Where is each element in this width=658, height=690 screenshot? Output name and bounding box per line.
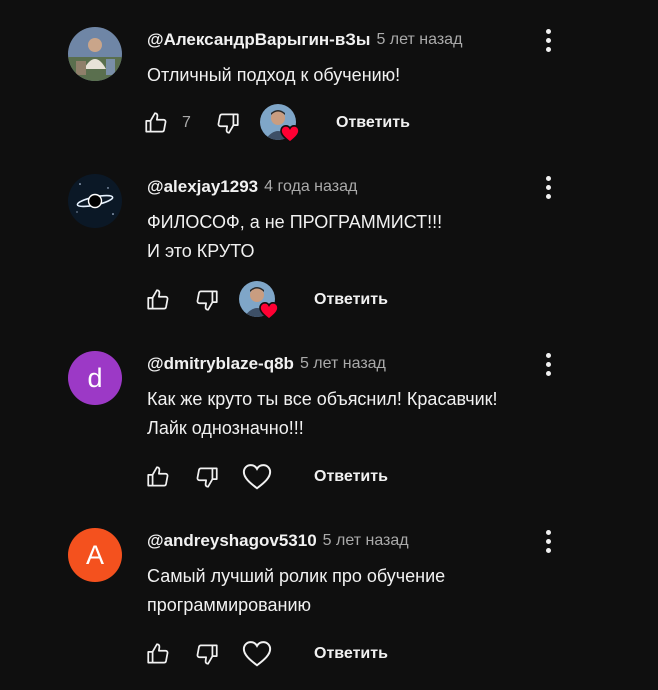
comment-author[interactable]: @АлександрВарыгин-вЗы: [147, 30, 370, 50]
more-actions-button[interactable]: [536, 27, 560, 53]
comment-timestamp[interactable]: 4 года назад: [264, 178, 357, 196]
dot: [545, 361, 551, 367]
more-actions-button[interactable]: [536, 351, 560, 377]
dot: [545, 184, 551, 190]
dot: [545, 37, 551, 43]
comment-line: программированию: [147, 595, 312, 615]
like-button[interactable]: [145, 457, 171, 497]
comment-line: И это КРУТО: [147, 241, 255, 261]
thumb-down-icon: [217, 113, 239, 134]
dot: [545, 175, 551, 181]
comment-text: Как же круто ты все объяснил! Красавчик!…: [147, 385, 607, 443]
heart-outline-icon: [242, 464, 272, 490]
more-actions-button[interactable]: [536, 174, 560, 200]
reply-button[interactable]: Ответить: [336, 103, 410, 143]
creator-heart[interactable]: [260, 104, 304, 144]
thumb-up-icon: [147, 466, 169, 487]
heart-button[interactable]: [242, 634, 272, 674]
comment-header: @andreyshagov5310 5 лет назад: [147, 528, 409, 554]
thumb-up-icon: [147, 289, 169, 310]
heart-icon: [280, 125, 300, 143]
like-button[interactable]: [145, 634, 171, 674]
comment-author[interactable]: @alexjay1293: [147, 177, 258, 197]
thumb-down-icon: [196, 290, 218, 311]
comment-header: @alexjay1293 4 года назад: [147, 174, 357, 200]
comment-timestamp[interactable]: 5 лет назад: [300, 355, 386, 373]
avatar[interactable]: [68, 27, 122, 81]
comment-author[interactable]: @dmitryblaze-q8b: [147, 354, 294, 374]
reply-button[interactable]: Ответить: [314, 634, 388, 674]
comment-line: Отличный подход к обучению!: [147, 65, 401, 85]
dot: [545, 28, 551, 34]
dot: [545, 538, 551, 544]
dot: [545, 46, 551, 52]
like-button[interactable]: [143, 103, 169, 143]
dot: [545, 352, 551, 358]
avatar[interactable]: [68, 174, 122, 228]
comment-timestamp[interactable]: 5 лет назад: [323, 532, 409, 550]
comment-text: Отличный подход к обучению!: [147, 61, 607, 90]
comment-header: @dmitryblaze-q8b 5 лет назад: [147, 351, 386, 377]
thumb-down-icon: [196, 467, 218, 488]
reply-button[interactable]: Ответить: [314, 457, 388, 497]
heart-icon: [259, 302, 279, 320]
comment-line: Как же круто ты все объяснил! Красавчик!: [147, 389, 498, 409]
thumb-up-icon: [145, 112, 167, 133]
comment-actions: 7 Ответить: [143, 103, 563, 143]
more-actions-button[interactable]: [536, 528, 560, 554]
heart-outline-icon: [242, 641, 272, 667]
heart-button[interactable]: [242, 457, 272, 497]
avatar-letter: A: [85, 539, 104, 570]
comment-timestamp[interactable]: 5 лет назад: [376, 31, 462, 49]
like-button[interactable]: [145, 280, 171, 320]
dislike-button[interactable]: [194, 280, 220, 320]
comment-text: Самый лучший ролик про обучение программ…: [147, 562, 607, 620]
avatar[interactable]: A: [68, 528, 122, 582]
thumb-down-icon: [196, 644, 218, 665]
comment-author[interactable]: @andreyshagov5310: [147, 531, 317, 551]
user-photo-icon: [68, 27, 122, 81]
thumb-up-icon: [147, 643, 169, 664]
comment-actions: Ответить: [143, 634, 563, 674]
dot: [545, 370, 551, 376]
comment-actions: Ответить: [143, 457, 563, 497]
galaxy-icon: [68, 174, 122, 228]
creator-heart[interactable]: [239, 281, 283, 321]
dislike-button[interactable]: [215, 103, 241, 143]
reply-button[interactable]: Ответить: [314, 280, 388, 320]
dot: [545, 547, 551, 553]
comment-line: Лайк однозначно!!!: [147, 418, 304, 438]
comment-text: ФИЛОСОФ, а не ПРОГРАММИСТ!!! И это КРУТО: [147, 208, 607, 266]
comment-line: ФИЛОСОФ, а не ПРОГРАММИСТ!!!: [147, 212, 443, 232]
avatar[interactable]: d: [68, 351, 122, 405]
comment-header: @АлександрВарыгин-вЗы 5 лет назад: [147, 27, 462, 53]
comment-actions: Ответить: [143, 280, 563, 320]
dislike-button[interactable]: [194, 634, 220, 674]
dot: [545, 529, 551, 535]
dot: [545, 193, 551, 199]
comment-line: Самый лучший ролик про обучение: [147, 566, 446, 586]
avatar-letter: d: [87, 362, 103, 393]
like-count: 7: [182, 114, 191, 131]
dislike-button[interactable]: [194, 457, 220, 497]
